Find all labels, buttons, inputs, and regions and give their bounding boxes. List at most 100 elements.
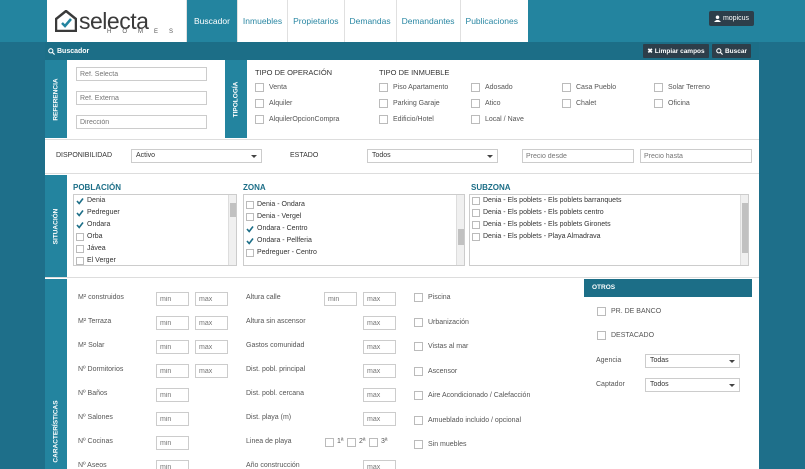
price-from-input[interactable] <box>522 149 634 163</box>
inm-piso-checkbox[interactable] <box>379 83 388 92</box>
feature-max-input[interactable] <box>195 316 228 330</box>
destacado-checkbox[interactable] <box>597 331 606 340</box>
poblacion-list[interactable]: Denia Pedreguer Ondara Orba Jávea El Verger <box>73 194 237 266</box>
feature-checkbox[interactable] <box>414 440 423 449</box>
feature-max-input[interactable] <box>195 292 228 306</box>
captador-select[interactable]: Todos <box>645 378 740 392</box>
inm-local-checkbox[interactable] <box>471 115 480 124</box>
feature-checkbox[interactable] <box>414 293 423 302</box>
nav-demandas[interactable]: Demandas <box>343 0 396 42</box>
feature-min-input[interactable] <box>156 340 189 354</box>
op-venta-checkbox[interactable] <box>255 83 264 92</box>
ref-selecta-input[interactable] <box>76 67 207 81</box>
check-icon[interactable] <box>246 225 254 233</box>
list-item[interactable]: Pedreguer <box>74 207 236 219</box>
list-item[interactable]: Ondara <box>74 219 236 231</box>
inm-chalet-checkbox[interactable] <box>562 99 571 108</box>
list-item[interactable]: Denia - Els poblets - Playa Almadrava <box>470 231 748 243</box>
list-item[interactable]: Ondara - Centro <box>244 223 464 235</box>
check-icon[interactable] <box>76 209 84 217</box>
inm-parking-checkbox[interactable] <box>379 99 388 108</box>
check-icon[interactable] <box>76 197 84 205</box>
checkbox[interactable] <box>472 221 480 229</box>
inm-casa-pueblo-checkbox[interactable] <box>562 83 571 92</box>
list-item[interactable]: Ondara - Pellferia <box>244 235 464 247</box>
user-button[interactable]: mopicus <box>709 11 754 26</box>
op-alquiler-checkbox[interactable] <box>255 99 264 108</box>
disponibilidad-select[interactable]: Activo <box>131 149 262 163</box>
feature-checkbox[interactable] <box>414 415 423 425</box>
banco-checkbox[interactable] <box>597 307 606 316</box>
search-button[interactable]: Buscar <box>712 44 751 58</box>
linea-playa-checkbox[interactable] <box>347 438 356 447</box>
inm-atico-checkbox[interactable] <box>471 99 480 108</box>
checkbox[interactable] <box>472 233 480 241</box>
checkbox[interactable] <box>472 209 480 217</box>
linea-playa-checkbox[interactable] <box>325 438 334 447</box>
scrollbar[interactable] <box>740 195 748 265</box>
nav-publicaciones[interactable]: Publicaciones <box>459 0 528 42</box>
price-to-input[interactable] <box>640 149 752 163</box>
check-icon[interactable] <box>76 221 84 229</box>
feature-min-input[interactable] <box>156 292 189 306</box>
list-item[interactable]: Pedreguer - Centro <box>244 247 464 259</box>
checkbox[interactable] <box>76 257 84 265</box>
list-item[interactable]: Jávea <box>74 243 236 255</box>
nav-demandantes[interactable]: Demandantes <box>395 0 460 42</box>
inm-adosado-checkbox[interactable] <box>471 83 480 92</box>
inm-solar-checkbox[interactable] <box>654 83 663 92</box>
feature-min-input[interactable] <box>156 412 189 426</box>
feature-max-input[interactable] <box>195 364 228 378</box>
list-item[interactable]: Denia <box>74 195 236 207</box>
feature-checkbox[interactable] <box>414 317 423 327</box>
op-alquiler-opcion-checkbox[interactable] <box>255 115 264 124</box>
linea-playa-checkbox[interactable] <box>369 438 378 447</box>
feature-max-input[interactable] <box>363 364 396 378</box>
checkbox[interactable] <box>246 201 254 209</box>
feature-min-input[interactable] <box>156 436 189 450</box>
check-icon[interactable] <box>246 237 254 245</box>
list-item[interactable]: Denia - Els poblets - Els poblets centro <box>470 207 748 219</box>
feature-max-input[interactable] <box>363 460 396 469</box>
checkbox[interactable] <box>76 245 84 253</box>
list-item[interactable]: Denia - Els poblets - Els poblets barran… <box>470 195 748 207</box>
nav-propietarios[interactable]: Propietarios <box>287 0 343 42</box>
feature-max-input[interactable] <box>195 340 228 354</box>
subzona-list[interactable]: Denia - Els poblets - Els poblets barran… <box>469 194 749 266</box>
ref-externa-input[interactable] <box>76 91 207 105</box>
nav-buscador[interactable]: Buscador <box>186 0 237 42</box>
feature-min-input[interactable] <box>156 388 189 402</box>
feature-min-input[interactable] <box>156 316 189 330</box>
scrollbar[interactable] <box>456 195 464 265</box>
feature-min-input[interactable] <box>156 364 189 378</box>
feature-checkbox[interactable] <box>414 342 423 351</box>
checkbox[interactable] <box>76 233 84 241</box>
list-item[interactable]: Denia - Ondara <box>244 199 464 211</box>
list-item[interactable]: El Verger <box>74 255 236 265</box>
zona-list[interactable]: Denia - Ondara Denia - Vergel Ondara - Cen… <box>243 194 465 266</box>
list-item[interactable]: Denia - Els poblets - Els poblets Girone… <box>470 219 748 231</box>
feature-checkbox[interactable] <box>414 366 423 376</box>
feature-min-input[interactable] <box>324 292 357 306</box>
checkbox[interactable] <box>472 197 480 205</box>
feature-max-input[interactable] <box>363 340 396 354</box>
feature-max-input[interactable] <box>363 316 396 330</box>
feature-checkbox[interactable] <box>414 391 423 400</box>
feature-max-input[interactable] <box>363 388 396 402</box>
inm-edificio-checkbox[interactable] <box>379 115 388 124</box>
clear-fields-button[interactable]: ✖ Limpiar campos <box>643 44 709 58</box>
list-item[interactable]: Denia - Vergel <box>244 211 464 223</box>
logo[interactable]: selecta HOMES <box>47 0 186 42</box>
direccion-input[interactable] <box>76 115 207 129</box>
feature-min-input[interactable] <box>156 460 189 469</box>
inm-oficina-checkbox[interactable] <box>654 99 663 108</box>
nav-inmuebles[interactable]: Inmuebles <box>236 0 287 42</box>
agencia-select[interactable]: Todas <box>645 354 740 368</box>
list-item[interactable]: Orba <box>74 231 236 243</box>
estado-select[interactable]: Todos <box>367 149 498 163</box>
checkbox[interactable] <box>246 249 254 257</box>
feature-max-input[interactable] <box>363 292 396 306</box>
scrollbar[interactable] <box>228 195 236 265</box>
feature-max-input[interactable] <box>363 412 396 426</box>
checkbox[interactable] <box>246 213 254 221</box>
